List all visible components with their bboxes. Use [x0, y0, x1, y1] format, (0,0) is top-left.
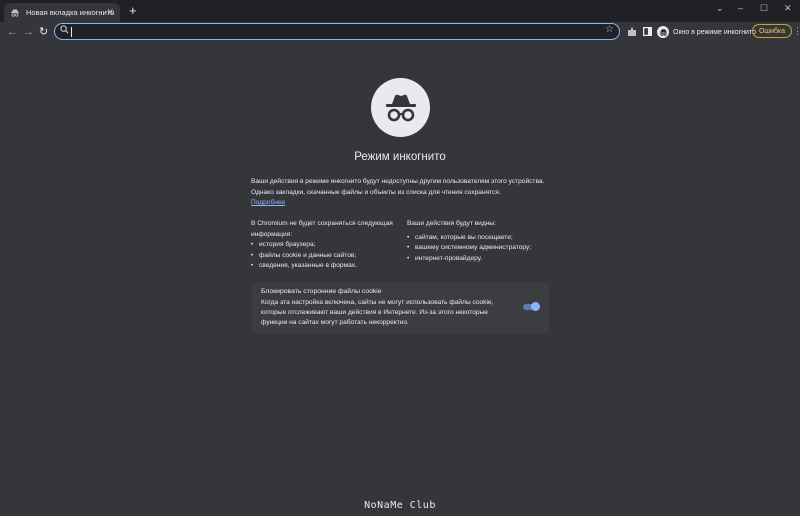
- tab-title: Новая вкладка инкогнито: [26, 8, 115, 17]
- window-close-icon[interactable]: ✕: [784, 3, 792, 14]
- address-input[interactable]: [71, 25, 591, 37]
- list-item: вашему системному администратору;: [407, 243, 557, 254]
- list-item: файлы cookie и данные сайтов;: [251, 251, 401, 262]
- back-icon[interactable]: ←: [7, 25, 18, 39]
- cookie-blocking-card: Блокировать сторонние файлы cookie Когда…: [252, 282, 549, 334]
- text-caret: [71, 27, 72, 37]
- incognito-icon: [11, 9, 19, 17]
- cookie-block-toggle[interactable]: [523, 302, 540, 311]
- search-icon: [60, 25, 69, 34]
- tab-close-icon[interactable]: ✕: [106, 7, 114, 18]
- list-item: история браузера;: [251, 240, 401, 251]
- tab-incognito[interactable]: Новая вкладка инкогнито ✕: [4, 3, 120, 22]
- extension-puzzle-icon[interactable]: [627, 27, 637, 37]
- visible-to-title: Ваши действия будут видны:: [407, 220, 496, 227]
- not-saved-title: В Chromium не будет сохраняться следующа…: [251, 220, 393, 238]
- cookie-card-title: Блокировать сторонние файлы cookie: [261, 288, 382, 295]
- maximize-icon[interactable]: ☐: [760, 3, 768, 14]
- intro-paragraph: Ваши действия в режиме инкогнито будут н…: [251, 178, 545, 196]
- list-item: интернет-провайдеру.: [407, 254, 557, 265]
- incognito-hero-icon: [371, 78, 430, 137]
- not-saved-section: В Chromium не будет сохраняться следующа…: [251, 219, 401, 272]
- incognito-profile-chip[interactable]: Окно в режиме инкогнито: [657, 24, 756, 40]
- incognito-avatar-icon: [657, 26, 669, 38]
- side-panel-icon[interactable]: [643, 27, 652, 36]
- list-item: сайтам, которые вы посещаете;: [407, 233, 557, 244]
- minimize-icon[interactable]: –: [738, 3, 743, 13]
- forward-icon[interactable]: →: [23, 25, 34, 39]
- intro-text: Ваши действия в режиме инкогнито будут н…: [251, 177, 561, 209]
- learn-more-link[interactable]: Подробнее: [251, 199, 285, 206]
- list-item: сведения, указанные в формах.: [251, 261, 401, 272]
- tab-search-icon[interactable]: ⌄: [716, 3, 724, 14]
- cookie-card-description: Когда эта настройка включена, сайты не м…: [261, 299, 494, 326]
- new-tab-button[interactable]: +: [129, 4, 137, 18]
- omnibox[interactable]: ☆: [54, 23, 620, 40]
- incognito-window-label: Окно в режиме инкогнито: [673, 28, 756, 36]
- toggle-knob: [531, 302, 540, 311]
- toolbar: ← → ↻ ☆ Окно в режиме инкогнито Ошибка ⋮: [0, 22, 800, 42]
- reload-icon[interactable]: ↻: [39, 25, 48, 39]
- menu-icon[interactable]: ⋮: [793, 26, 800, 36]
- error-button[interactable]: Ошибка: [752, 24, 792, 38]
- tab-strip: Новая вкладка инкогнито ✕ + ⌄ – ☐ ✕: [0, 0, 800, 22]
- watermark-logo: NoNaMe Club: [364, 500, 436, 511]
- visible-to-section: Ваши действия будут видны: сайтам, котор…: [407, 219, 557, 264]
- bookmark-star-icon[interactable]: ☆: [605, 24, 614, 35]
- page-title: Режим инкогнито: [354, 151, 446, 163]
